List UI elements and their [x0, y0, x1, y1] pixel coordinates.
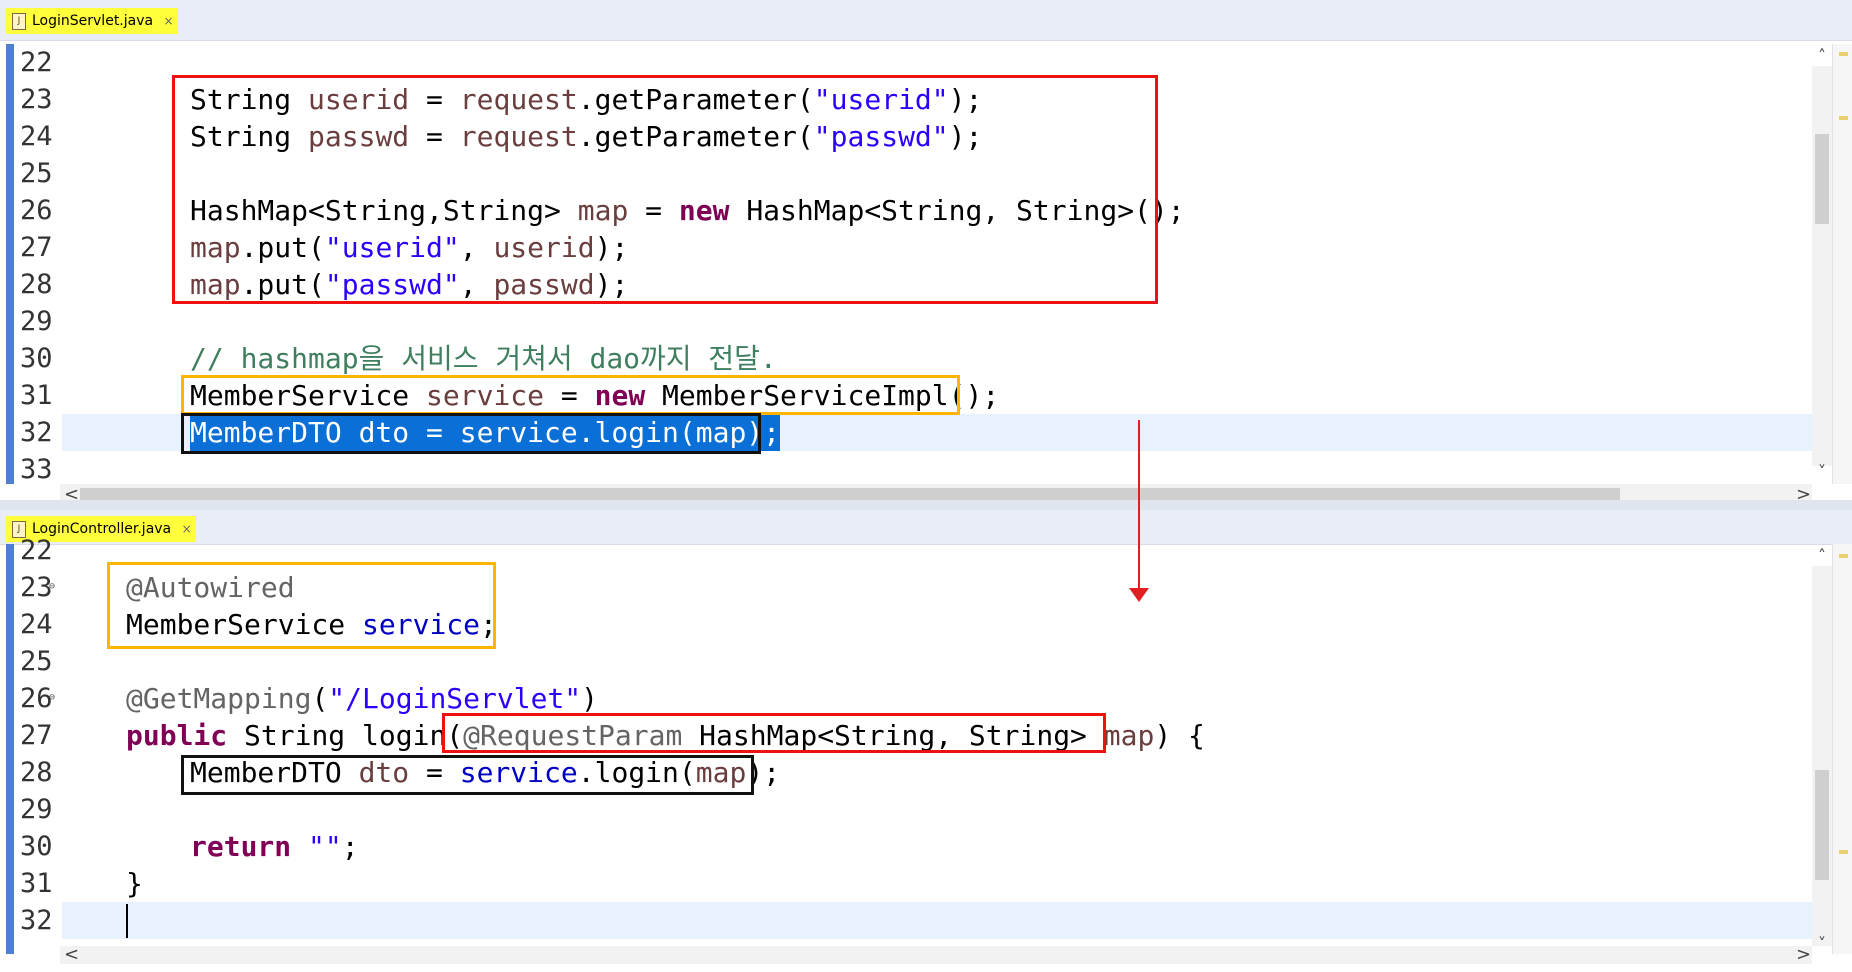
- overview-ruler: [1832, 44, 1852, 484]
- scroll-up-icon[interactable]: ˄: [1812, 46, 1832, 65]
- code-line: 25: [0, 155, 1812, 192]
- line-number: 29: [20, 306, 53, 337]
- top-tab-bar: J LoginServlet.java ×: [0, 0, 1852, 41]
- code-text: MemberService service = new MemberServic…: [190, 379, 1000, 412]
- line-number: 25: [20, 158, 53, 189]
- annotation: @Autowired: [126, 571, 295, 604]
- line-number: 32: [20, 417, 53, 448]
- code-line: 26 ⊖ @GetMapping("/LoginServlet"): [0, 680, 1812, 717]
- line-number: 33: [20, 454, 53, 485]
- line-number: 27: [20, 720, 53, 751]
- code-line: 31 }: [0, 865, 1812, 902]
- overview-marker: [1839, 52, 1848, 56]
- scroll-thumb[interactable]: [1815, 770, 1829, 880]
- code-text: String userid = request.getParameter("us…: [190, 83, 983, 116]
- fold-icon[interactable]: ⊖: [49, 581, 55, 592]
- fold-icon[interactable]: ⊖: [49, 692, 55, 703]
- scroll-up-icon[interactable]: ˄: [1812, 546, 1832, 565]
- scroll-right-icon[interactable]: >: [1796, 944, 1811, 965]
- selected-code[interactable]: MemberDTO dto = service.login(map);: [190, 414, 781, 451]
- code-comment: // hashmap을 서비스 거쳐서 dao까지 전달.: [190, 342, 777, 375]
- code-line: 32: [0, 902, 1812, 939]
- scroll-thumb[interactable]: [1815, 134, 1829, 224]
- line-number: 29: [20, 794, 53, 825]
- code-area[interactable]: 22 23 String userid = request.getParamet…: [0, 44, 1812, 485]
- code-line: 28 MemberDTO dto = service.login(map);: [0, 754, 1812, 791]
- line-number: 30: [20, 831, 53, 862]
- code-line: 31 MemberService service = new MemberSer…: [0, 377, 1812, 414]
- code-line: 29: [0, 791, 1812, 828]
- code-line: 28 map.put("passwd", passwd);: [0, 266, 1812, 303]
- line-number: 27: [20, 232, 53, 263]
- java-file-icon: J: [12, 13, 26, 30]
- line-number: 30: [20, 343, 53, 374]
- tab-login-servlet[interactable]: J LoginServlet.java ×: [6, 8, 178, 34]
- code-line: 23 ⊖ @Autowired: [0, 569, 1812, 606]
- line-number: 28: [20, 269, 53, 300]
- overview-marker: [1839, 850, 1848, 854]
- line-number: 32: [20, 905, 53, 936]
- code-line: 24 String passwd = request.getParameter(…: [0, 118, 1812, 155]
- connector-arrow-line: [1138, 420, 1140, 590]
- line-number: 24: [20, 121, 53, 152]
- code-text: public String login(@RequestParam HashMa…: [126, 719, 1205, 752]
- horizontal-scrollbar[interactable]: [60, 946, 1812, 964]
- overview-marker: [1839, 116, 1848, 120]
- line-number: 24: [20, 609, 53, 640]
- code-text: map.put("userid", userid);: [190, 231, 629, 264]
- code-text: String passwd = request.getParameter("pa…: [190, 120, 983, 153]
- code-line: 33: [0, 451, 1812, 488]
- code-line: 30 return "";: [0, 828, 1812, 865]
- code-line: 26 HashMap<String,String> map = new Hash…: [0, 192, 1812, 229]
- line-number: 22: [20, 535, 53, 566]
- code-line: 29: [0, 303, 1812, 340]
- code-line: 24 MemberService service;: [0, 606, 1812, 643]
- code-text: }: [126, 867, 143, 900]
- code-text: @GetMapping("/LoginServlet"): [126, 682, 599, 715]
- close-icon[interactable]: ×: [164, 8, 174, 34]
- code-text: HashMap<String,String> map = new HashMap…: [190, 194, 1185, 227]
- code-text: MemberService service;: [126, 608, 497, 641]
- code-line: 22: [0, 532, 1812, 569]
- line-number: 26: [20, 683, 53, 714]
- code-line: 32 MemberDTO dto = service.login(map);: [0, 414, 1812, 451]
- code-line: 27 public String login(@RequestParam Has…: [0, 717, 1812, 754]
- line-number: 28: [20, 757, 53, 788]
- code-line: 25: [0, 643, 1812, 680]
- scroll-down-icon[interactable]: ˅: [1812, 934, 1832, 953]
- code-area[interactable]: 22 23 ⊖ @Autowired 24 MemberService serv…: [0, 535, 1812, 954]
- tab-label: LoginServlet.java: [32, 13, 154, 29]
- overview-marker: [1839, 554, 1848, 558]
- code-text: MemberDTO dto = service.login(map);: [190, 756, 781, 789]
- vertical-scrollbar[interactable]: [1812, 66, 1832, 466]
- code-text: map.put("passwd", passwd);: [190, 268, 629, 301]
- editor-divider: [0, 500, 1852, 510]
- line-number: 31: [20, 868, 53, 899]
- scroll-down-icon[interactable]: ˅: [1812, 462, 1832, 481]
- line-number: 31: [20, 380, 53, 411]
- code-line: 23 String userid = request.getParameter(…: [0, 81, 1812, 118]
- top-editor: J LoginServlet.java × 22 23 String useri…: [0, 0, 1852, 506]
- code-line: 27 map.put("userid", userid);: [0, 229, 1812, 266]
- overview-ruler: [1832, 544, 1852, 954]
- line-number: 26: [20, 195, 53, 226]
- code-line: 30 // hashmap을 서비스 거쳐서 dao까지 전달.: [0, 340, 1812, 377]
- line-number: 25: [20, 646, 53, 677]
- code-text: return "";: [190, 830, 359, 863]
- line-number: 22: [20, 47, 53, 78]
- vertical-scrollbar[interactable]: [1812, 566, 1832, 946]
- code-line: 22: [0, 44, 1812, 81]
- connector-arrow-head-icon: [1129, 588, 1149, 602]
- scroll-left-icon[interactable]: <: [64, 944, 79, 965]
- line-number: 23: [20, 572, 53, 603]
- text-cursor: [126, 904, 128, 938]
- bottom-editor: J LoginController.java × 22 23 ⊖ @Autowi…: [0, 510, 1852, 972]
- line-number: 23: [20, 84, 53, 115]
